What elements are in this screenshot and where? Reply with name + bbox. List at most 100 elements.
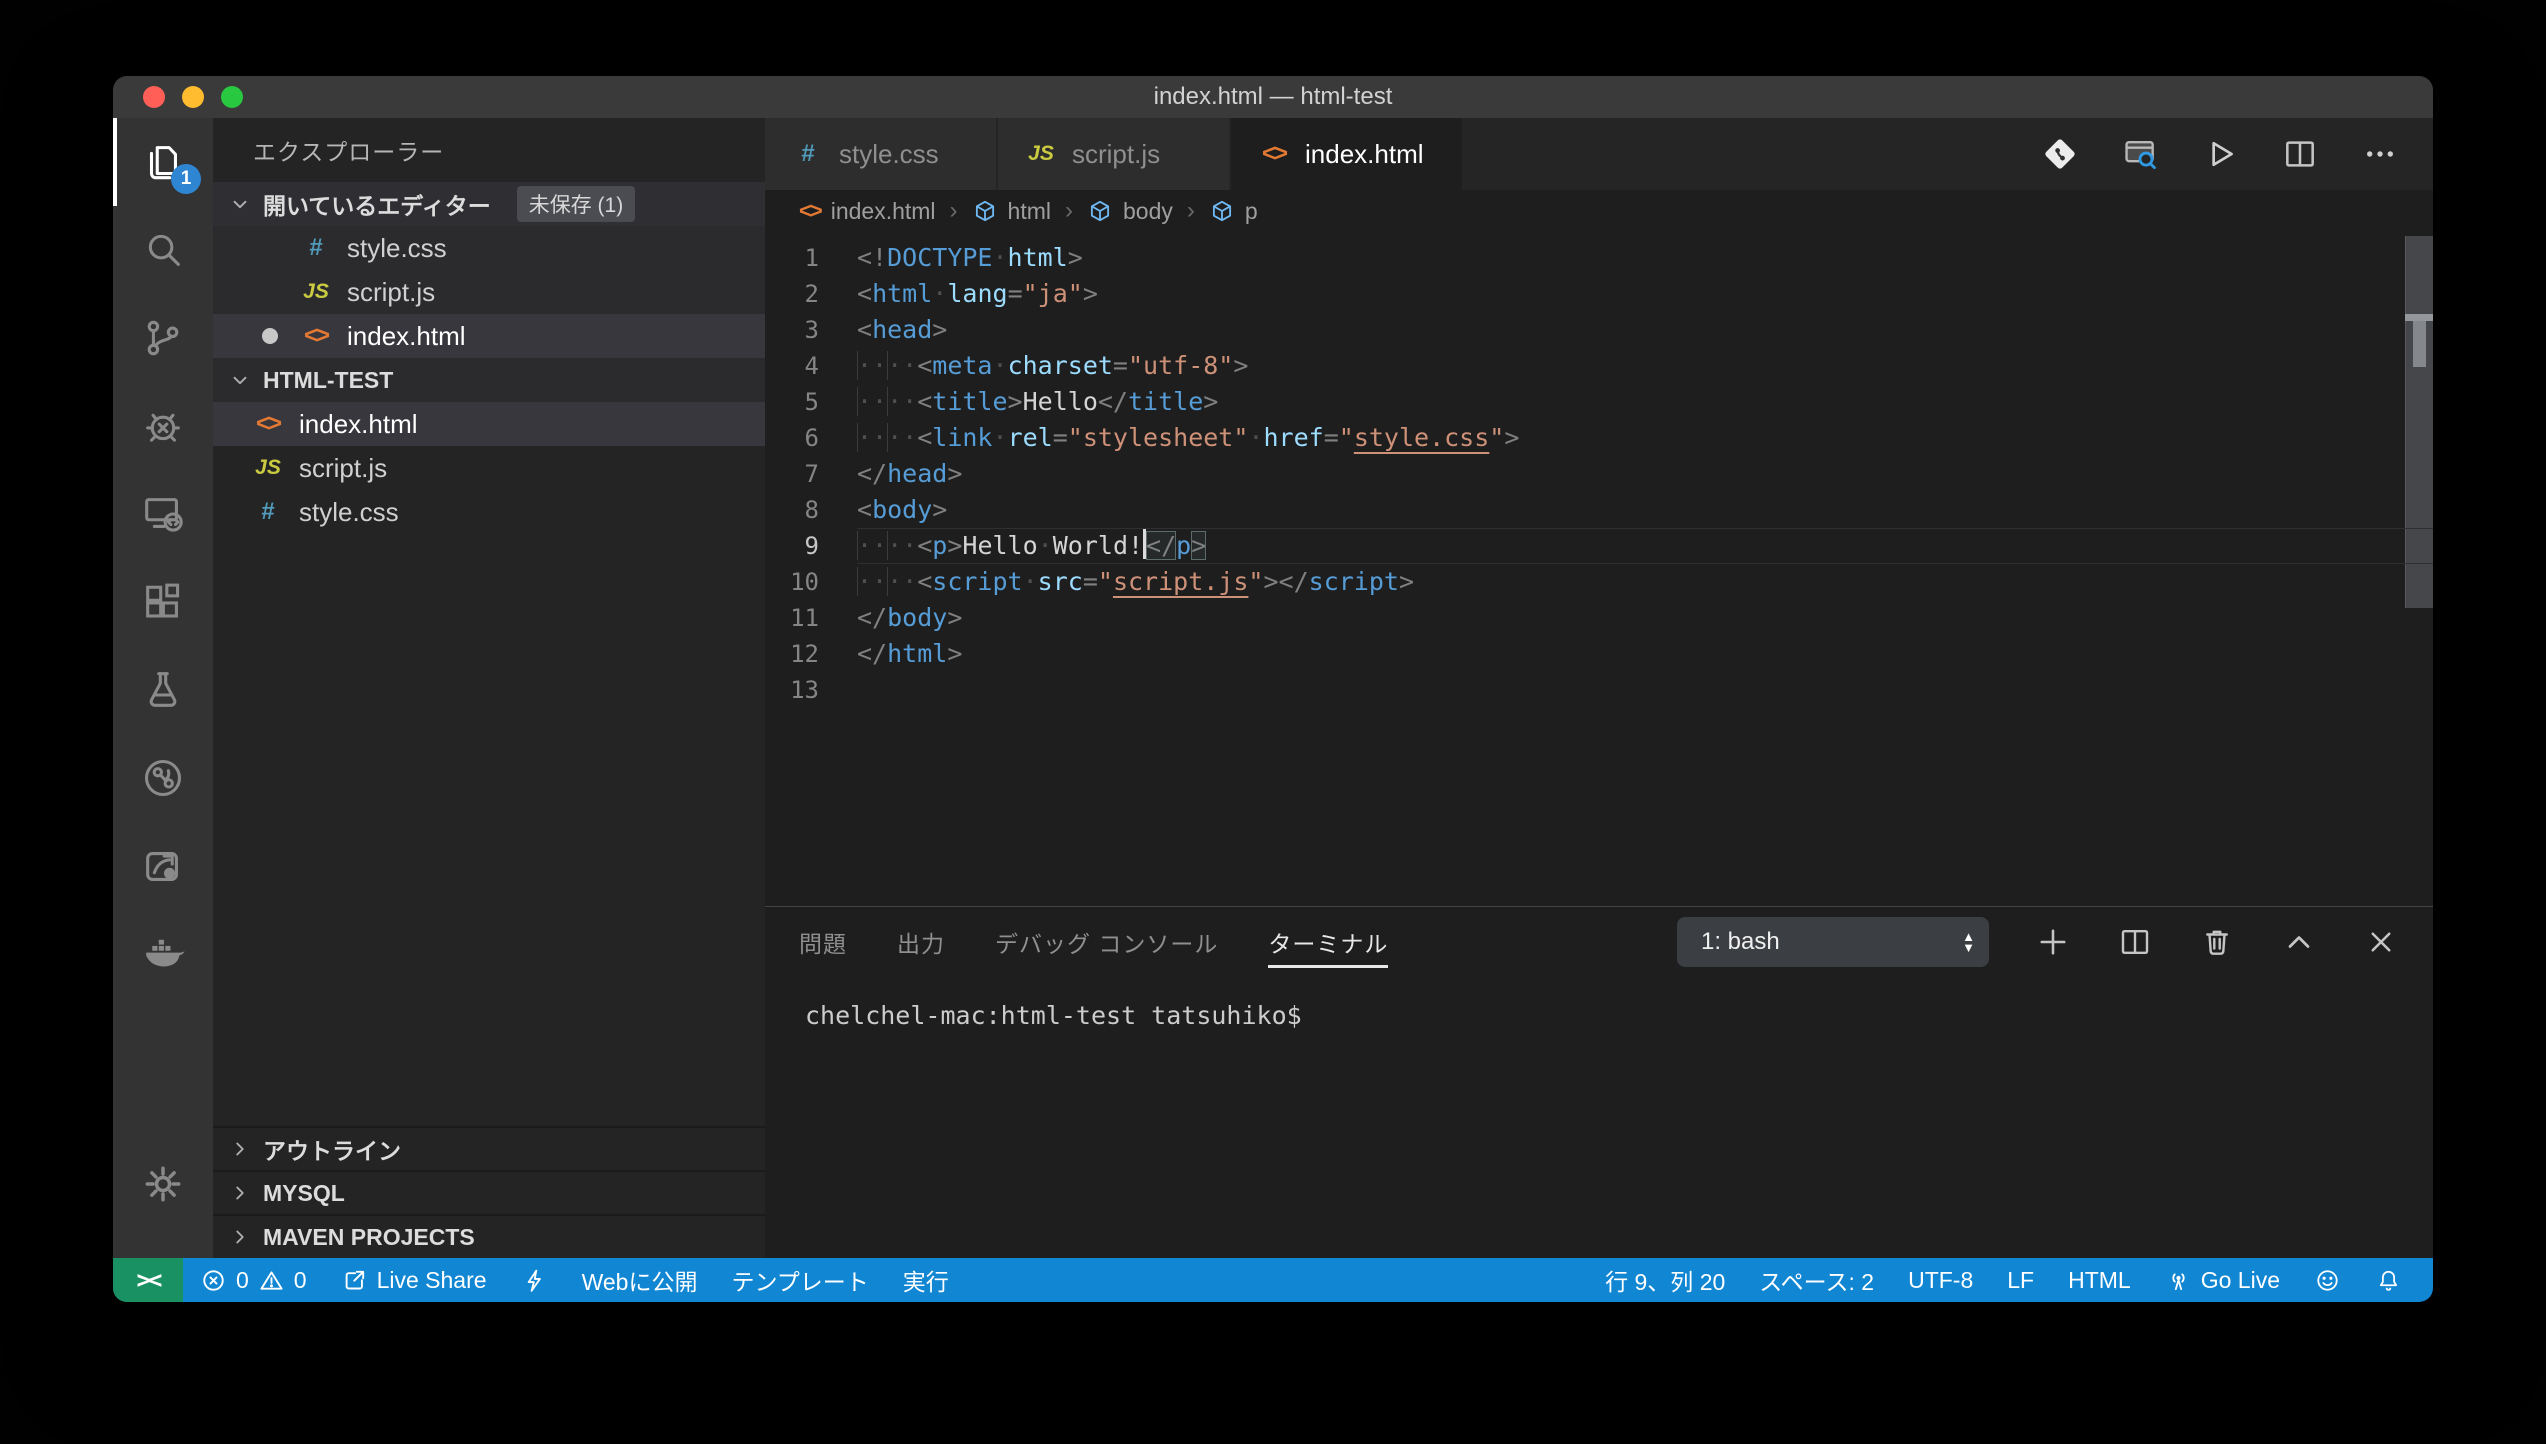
- chevron-right-icon: [229, 1226, 251, 1248]
- file-item-index.html[interactable]: <>index.html: [213, 402, 765, 446]
- notifications-button[interactable]: [2358, 1258, 2419, 1302]
- activity-item-explorer[interactable]: 1: [113, 118, 213, 206]
- activity-item-settings[interactable]: [113, 1140, 213, 1228]
- symbol-cube-icon: [972, 198, 998, 224]
- code-line-13[interactable]: 13: [765, 672, 2433, 708]
- panel-tab-ターミナル[interactable]: ターミナル: [1268, 907, 1388, 977]
- git-graph-icon[interactable]: [2041, 135, 2079, 173]
- split-editor-icon[interactable]: [2281, 135, 2319, 173]
- indentation[interactable]: スペース: 2: [1742, 1258, 1891, 1302]
- activity-item-run-debug[interactable]: [113, 382, 213, 470]
- file-item-index.html[interactable]: <>index.html: [213, 314, 765, 358]
- eol[interactable]: LF: [1990, 1258, 2051, 1302]
- panel-tab-問題[interactable]: 問題: [799, 907, 847, 977]
- go-live-label: Go Live: [2201, 1267, 2280, 1294]
- code-editor[interactable]: 1<!DOCTYPE·html>2<html·lang="ja">3<head>…: [765, 232, 2433, 906]
- code-line-10[interactable]: 10····<script·src="script.js"></script>: [765, 564, 2433, 600]
- tab-index.html[interactable]: <>index.html: [1231, 118, 1464, 190]
- run-file-icon[interactable]: [2201, 135, 2239, 173]
- open-editors-header[interactable]: 開いているエディター 未保存 (1): [213, 182, 765, 226]
- more-actions-icon[interactable]: [2361, 135, 2399, 173]
- kill-terminal-icon[interactable]: [2199, 924, 2235, 960]
- breadcrumb-item-html[interactable]: html: [972, 198, 1051, 225]
- split-terminal-icon[interactable]: [2117, 924, 2153, 960]
- code-line-11[interactable]: 11</body>: [765, 600, 2433, 636]
- code-line-8[interactable]: 8<body>: [765, 492, 2433, 528]
- breadcrumb-item-body[interactable]: body: [1087, 198, 1173, 225]
- problems-status[interactable]: 0 0: [183, 1258, 324, 1302]
- folder-label: HTML-TEST: [263, 367, 393, 394]
- sidebar-bottom-sections: アウトラインMYSQLMAVEN PROJECTS: [213, 1126, 765, 1258]
- code-line-6[interactable]: 6····<link·rel="stylesheet"·href="style.…: [765, 420, 2433, 456]
- open-preview-icon[interactable]: [2121, 135, 2159, 173]
- close-panel-icon[interactable]: [2363, 924, 2399, 960]
- run-button[interactable]: 実行: [886, 1258, 966, 1302]
- template-label: テンプレート: [731, 1263, 868, 1297]
- code-line-12[interactable]: 12</html>: [765, 636, 2433, 672]
- live-share-icon: [140, 755, 186, 801]
- tab-style.css[interactable]: #style.css: [765, 118, 998, 190]
- file-item-script.js[interactable]: JSscript.js: [213, 446, 765, 490]
- minimize-window-button[interactable]: [182, 86, 204, 108]
- code-line-1[interactable]: 1<!DOCTYPE·html>: [765, 240, 2433, 276]
- new-terminal-icon[interactable]: [2035, 924, 2071, 960]
- feedback-button[interactable]: [2297, 1258, 2358, 1302]
- line-number: 8: [765, 492, 857, 528]
- zoom-window-button[interactable]: [221, 86, 243, 108]
- code-line-5[interactable]: 5····<title>Hello</title>: [765, 384, 2433, 420]
- bell-icon: [2375, 1267, 2402, 1294]
- activity-badge: 1: [171, 164, 201, 194]
- window-title: index.html — html-test: [1154, 83, 1393, 111]
- status-bar: >< 0 0 Live Share Webに公開 テンプレート 実行: [113, 1258, 2433, 1302]
- activity-item-publish[interactable]: [113, 822, 213, 910]
- template-button[interactable]: テンプレート: [714, 1258, 885, 1302]
- go-live-button[interactable]: Go Live: [2148, 1258, 2297, 1302]
- sidebar-section-MAVEN PROJECTS[interactable]: MAVEN PROJECTS: [213, 1214, 765, 1258]
- panel-tab-出力[interactable]: 出力: [897, 907, 945, 977]
- terminal-shell-select[interactable]: 1: bash ▲▼: [1677, 917, 1989, 967]
- file-item-style.css[interactable]: #style.css: [213, 490, 765, 534]
- activity-item-docker[interactable]: [113, 910, 213, 998]
- terminal-output[interactable]: chelchel-mac:html-test tatsuhiko$: [765, 977, 2433, 1258]
- bolt-button[interactable]: [504, 1258, 565, 1302]
- publish-icon: [140, 843, 186, 889]
- smiley-icon: [2314, 1267, 2341, 1294]
- breadcrumb-separator: ›: [948, 197, 960, 225]
- activity-item-search[interactable]: [113, 206, 213, 294]
- publish-web-button[interactable]: Webに公開: [565, 1258, 715, 1302]
- remote-icon: ><: [137, 1266, 160, 1294]
- symbol-cube-icon: [1087, 198, 1113, 224]
- line-number: 13: [765, 672, 857, 708]
- sidebar-section-MYSQL[interactable]: MYSQL: [213, 1170, 765, 1214]
- breadcrumb: <>index.html›html›body›p: [765, 190, 2433, 232]
- code-line-9[interactable]: 9····<p>Hello·World!</p>: [765, 528, 2433, 564]
- close-window-button[interactable]: [143, 86, 165, 108]
- file-item-script.js[interactable]: JSscript.js: [213, 270, 765, 314]
- activity-item-source-control[interactable]: [113, 294, 213, 382]
- language-mode[interactable]: HTML: [2051, 1258, 2148, 1302]
- code-line-3[interactable]: 3<head>: [765, 312, 2433, 348]
- vscode-window: index.html — html-test 1 エクスプローラー 開いているエ…: [113, 76, 2433, 1302]
- encoding[interactable]: UTF-8: [1891, 1258, 1990, 1302]
- activity-item-extensions[interactable]: [113, 558, 213, 646]
- code-line-7[interactable]: 7</head>: [765, 456, 2433, 492]
- breadcrumb-item-p[interactable]: p: [1209, 198, 1258, 225]
- sidebar-section-アウトライン[interactable]: アウトライン: [213, 1126, 765, 1170]
- cursor-position[interactable]: 行 9、列 20: [1588, 1258, 1742, 1302]
- maximize-panel-icon[interactable]: [2281, 924, 2317, 960]
- breadcrumb-item-index.html[interactable]: <>index.html: [799, 198, 936, 225]
- activity-item-testing[interactable]: [113, 646, 213, 734]
- live-share-button[interactable]: Live Share: [324, 1258, 504, 1302]
- activity-item-remote-explorer[interactable]: [113, 470, 213, 558]
- title-bar[interactable]: index.html — html-test: [113, 76, 2433, 118]
- remote-indicator[interactable]: ><: [113, 1258, 183, 1302]
- code-line-2[interactable]: 2<html·lang="ja">: [765, 276, 2433, 312]
- file-item-style.css[interactable]: #style.css: [213, 226, 765, 270]
- folder-header[interactable]: HTML-TEST: [213, 358, 765, 402]
- tab-label: index.html: [1305, 139, 1424, 170]
- activity-item-live-share[interactable]: [113, 734, 213, 822]
- tab-script.js[interactable]: JSscript.js: [998, 118, 1231, 190]
- file-name: style.css: [299, 497, 399, 528]
- code-line-4[interactable]: 4····<meta·charset="utf-8">: [765, 348, 2433, 384]
- panel-tab-デバッグ コンソール[interactable]: デバッグ コンソール: [995, 907, 1218, 977]
